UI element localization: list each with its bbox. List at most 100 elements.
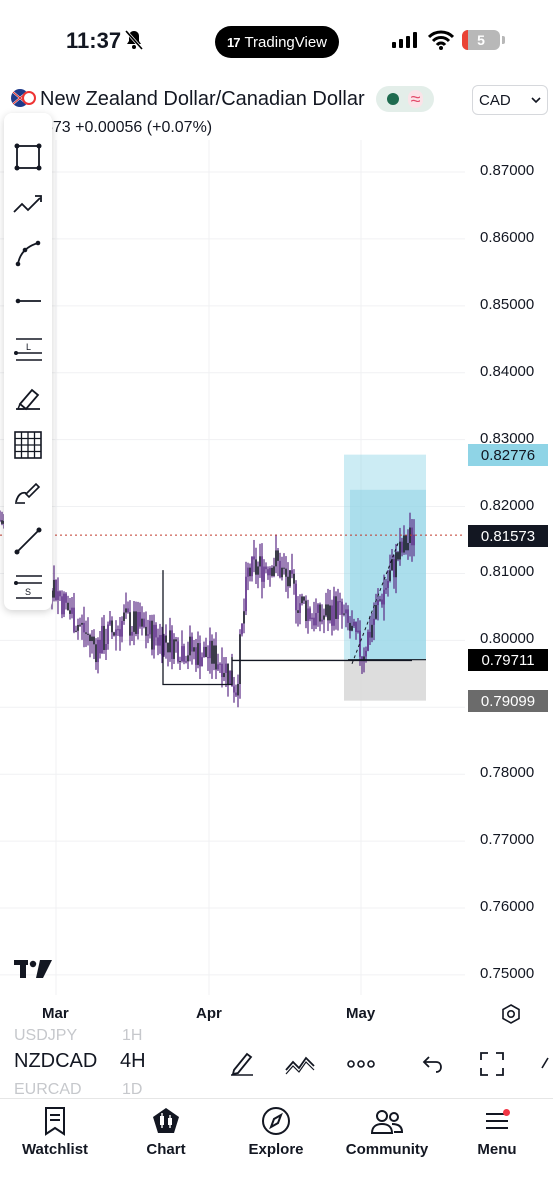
brush-icon [15, 482, 41, 504]
trend-line-tool[interactable] [8, 521, 48, 561]
candle-body [149, 620, 151, 635]
candle-body [0, 519, 1, 521]
candle-body [341, 601, 343, 615]
candle-body [295, 583, 297, 611]
previous-interval[interactable]: 1H [122, 1027, 142, 1045]
time-label-apr: Apr [196, 1005, 222, 1022]
bell-off-icon [124, 30, 144, 50]
currency-value: CAD [479, 91, 511, 109]
candle-body [61, 596, 63, 615]
candle-body [123, 612, 125, 621]
path-icon [13, 195, 42, 213]
candle-body [133, 611, 135, 632]
stop-zone [344, 659, 426, 701]
app-pill: 17 TradingView [215, 26, 339, 58]
candle-body [357, 630, 359, 632]
short-position-tool[interactable]: S [8, 567, 48, 607]
price-axis-label: 0.86000 [480, 228, 535, 246]
candle-body [159, 634, 161, 646]
battery-tip [502, 36, 505, 44]
candle-body [1, 520, 3, 524]
indicators-button[interactable] [282, 1046, 318, 1082]
grid-tool[interactable] [8, 425, 48, 465]
candle-body [57, 591, 59, 600]
long-position-tool[interactable]: L [8, 329, 48, 369]
candle-body [317, 604, 319, 614]
price-chart[interactable] [0, 140, 553, 1000]
candle-body [307, 608, 309, 621]
curve-tool[interactable] [8, 233, 48, 273]
candle-body [109, 620, 111, 625]
chart-settings-icon[interactable] [500, 1003, 522, 1025]
candle-body [313, 617, 315, 626]
candle-body [345, 609, 347, 614]
rectangle-tool[interactable] [8, 137, 48, 177]
undo-icon [422, 1056, 442, 1073]
bottom-nav: Watchlist Chart Explore Community Menu [0, 1098, 553, 1200]
candle-body [225, 663, 227, 673]
candle-body [219, 663, 221, 665]
next-interval[interactable]: 1D [122, 1081, 142, 1099]
candle-body [255, 559, 257, 575]
candle-body [245, 576, 247, 612]
candle-body [185, 661, 187, 663]
candle-body [165, 635, 167, 643]
highlighter-tool[interactable] [8, 377, 48, 417]
nav-watchlist[interactable]: Watchlist [5, 1105, 105, 1158]
path-tool[interactable] [8, 185, 48, 225]
tradingview-small-icon: 17 [226, 34, 241, 50]
chevron-down-icon [531, 97, 541, 104]
nav-community[interactable]: Community [337, 1105, 437, 1158]
more-button[interactable] [343, 1046, 379, 1082]
app-pill-label: TradingView [244, 33, 327, 51]
currency-select[interactable]: CAD [472, 85, 548, 115]
candle-body [83, 622, 85, 633]
interval-button[interactable]: 4H [120, 1050, 146, 1073]
market-status-pill[interactable]: ≈ [376, 86, 434, 112]
fullscreen-button[interactable] [474, 1046, 510, 1082]
rectangle-icon [14, 143, 42, 171]
candle-body [235, 692, 237, 696]
candle-body [53, 579, 55, 598]
next-symbol[interactable]: EURCAD [14, 1081, 82, 1099]
nav-menu[interactable]: Menu [447, 1105, 547, 1158]
horizontal-ray-tool[interactable] [8, 281, 48, 321]
trend-line-icon [14, 527, 42, 555]
candle-body [89, 634, 91, 642]
tradingview-logo-icon [14, 960, 52, 978]
candle-body [273, 566, 275, 576]
edge-handle[interactable] [534, 1046, 553, 1082]
candle-body [337, 601, 339, 619]
candle-body [375, 605, 377, 619]
candle-body [155, 624, 157, 638]
candle-body [353, 621, 355, 626]
fullscreen-icon [480, 1052, 504, 1076]
candle-body [129, 612, 131, 636]
candle-body [377, 600, 379, 606]
horizontal-ray-icon [15, 298, 41, 304]
previous-symbol[interactable]: USDJPY [14, 1027, 77, 1045]
candle-body [371, 624, 373, 638]
symbol-title[interactable]: New Zealand Dollar/Canadian Dollar [40, 88, 365, 111]
target-price-tag: 0.82776 [468, 444, 548, 466]
symbol-button[interactable]: NZDCAD [14, 1050, 97, 1073]
candle-body [77, 624, 79, 631]
candle-body [389, 570, 391, 581]
svg-text:S: S [25, 587, 31, 597]
candle-body [97, 639, 99, 663]
nzd-cad-flag-icon [11, 89, 36, 107]
candle-body [141, 618, 143, 627]
candle-body [143, 618, 145, 627]
undo-button[interactable] [414, 1046, 450, 1082]
brush-tool[interactable] [8, 473, 48, 513]
nav-chart[interactable]: Chart [116, 1105, 216, 1158]
nav-explore[interactable]: Explore [226, 1105, 326, 1158]
price-axis-label: 0.84000 [480, 362, 535, 380]
candle-body [283, 567, 285, 569]
candle-body [323, 615, 325, 620]
candle-body [217, 664, 219, 670]
candle-body [309, 608, 311, 620]
candle-body [333, 596, 335, 626]
nav-explore-label: Explore [248, 1141, 304, 1158]
draw-button[interactable] [224, 1046, 260, 1082]
